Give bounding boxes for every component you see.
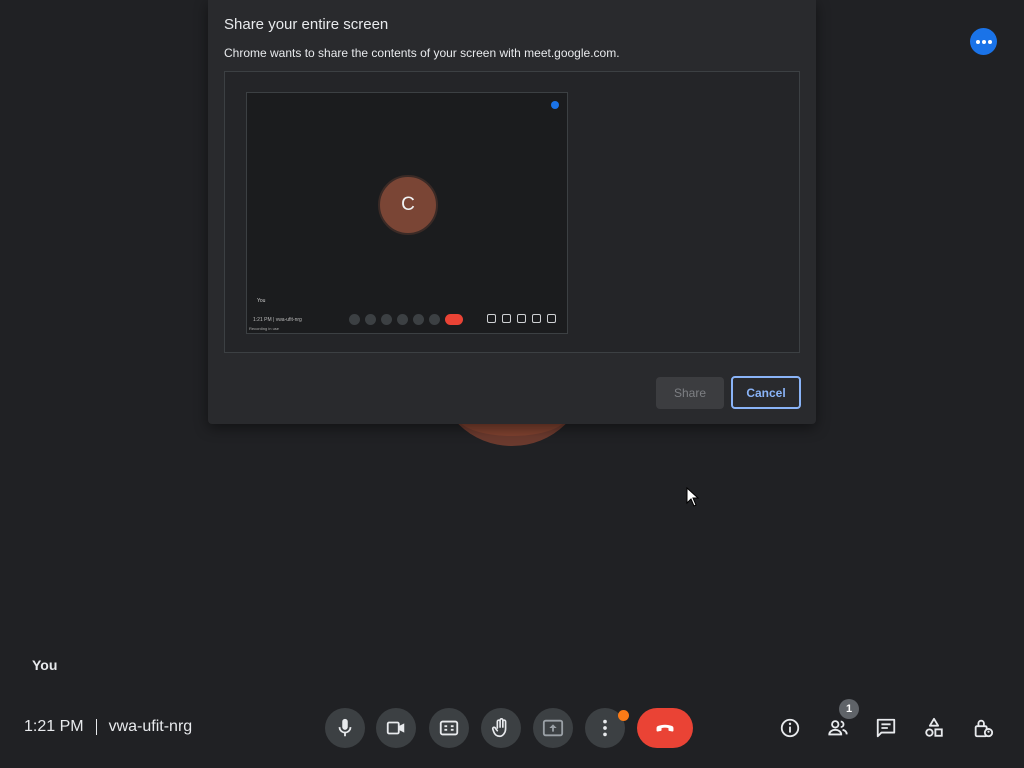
mic-icon bbox=[338, 718, 352, 737]
call-end-icon bbox=[445, 314, 463, 325]
leave-call-button[interactable] bbox=[637, 708, 693, 748]
info-icon bbox=[780, 718, 800, 738]
call-end-icon bbox=[656, 724, 674, 732]
dialog-title: Share your entire screen bbox=[224, 16, 389, 33]
hand-icon bbox=[491, 718, 507, 738]
meeting-details: 1:21 PM vwa-ufit-nrg bbox=[24, 718, 192, 736]
screen-thumbnail[interactable]: C You 1:21 PM | vwa-ufit-nrg Recording i… bbox=[246, 92, 568, 334]
chat-button[interactable] bbox=[872, 714, 900, 742]
thumbnail-right-icons bbox=[487, 314, 556, 323]
chat-icon bbox=[517, 314, 526, 323]
dialog-description: Chrome wants to share the contents of yo… bbox=[224, 46, 620, 60]
mic-icon bbox=[349, 314, 360, 325]
info-icon bbox=[487, 314, 496, 323]
more-vert-icon bbox=[603, 719, 607, 737]
hand-icon bbox=[397, 314, 408, 325]
more-options-button[interactable] bbox=[970, 28, 997, 55]
raise-hand-button[interactable] bbox=[481, 708, 521, 748]
mouse-cursor-icon bbox=[686, 486, 700, 512]
present-screen-icon bbox=[413, 314, 424, 325]
lock-person-icon bbox=[547, 314, 556, 323]
meeting-details-button[interactable] bbox=[776, 714, 804, 742]
present-screen-icon bbox=[542, 719, 564, 737]
camera-icon bbox=[386, 721, 405, 735]
microphone-button[interactable] bbox=[325, 708, 365, 748]
camera-icon bbox=[365, 314, 376, 325]
more-horiz-icon bbox=[975, 39, 992, 44]
cancel-button[interactable]: Cancel bbox=[731, 376, 801, 409]
share-screen-dialog: Share your entire screen Chrome wants to… bbox=[208, 0, 816, 424]
thumbnail-controls bbox=[349, 314, 463, 325]
host-controls-button[interactable] bbox=[969, 714, 997, 742]
camera-button[interactable] bbox=[376, 708, 416, 748]
participant-count-badge: 1 bbox=[839, 699, 859, 719]
meeting-time: 1:21 PM bbox=[24, 718, 84, 735]
more-vert-icon bbox=[429, 314, 440, 325]
captions-icon bbox=[381, 314, 392, 325]
more-horiz-icon bbox=[551, 101, 559, 109]
divider bbox=[95, 719, 97, 735]
activities-button[interactable] bbox=[920, 714, 948, 742]
activities-icon bbox=[532, 314, 541, 323]
lock-person-icon bbox=[974, 719, 994, 738]
thumbnail-note: Recording in use bbox=[249, 326, 280, 331]
present-screen-button[interactable] bbox=[533, 708, 573, 748]
share-button[interactable]: Share bbox=[656, 377, 724, 409]
notification-dot bbox=[618, 710, 629, 721]
screen-preview-area: C You 1:21 PM | vwa-ufit-nrg Recording i… bbox=[224, 71, 800, 353]
people-icon bbox=[502, 314, 511, 323]
thumbnail-meeting-info: 1:21 PM | vwa-ufit-nrg bbox=[253, 317, 302, 323]
chat-icon bbox=[876, 718, 896, 738]
people-icon bbox=[828, 720, 848, 736]
self-tile-name: You bbox=[32, 657, 58, 673]
captions-icon bbox=[439, 720, 459, 736]
thumbnail-you-label: You bbox=[257, 298, 266, 304]
captions-button[interactable] bbox=[429, 708, 469, 748]
meeting-code: vwa-ufit-nrg bbox=[108, 718, 193, 735]
activities-icon bbox=[925, 717, 943, 737]
thumbnail-avatar: C bbox=[378, 175, 438, 235]
